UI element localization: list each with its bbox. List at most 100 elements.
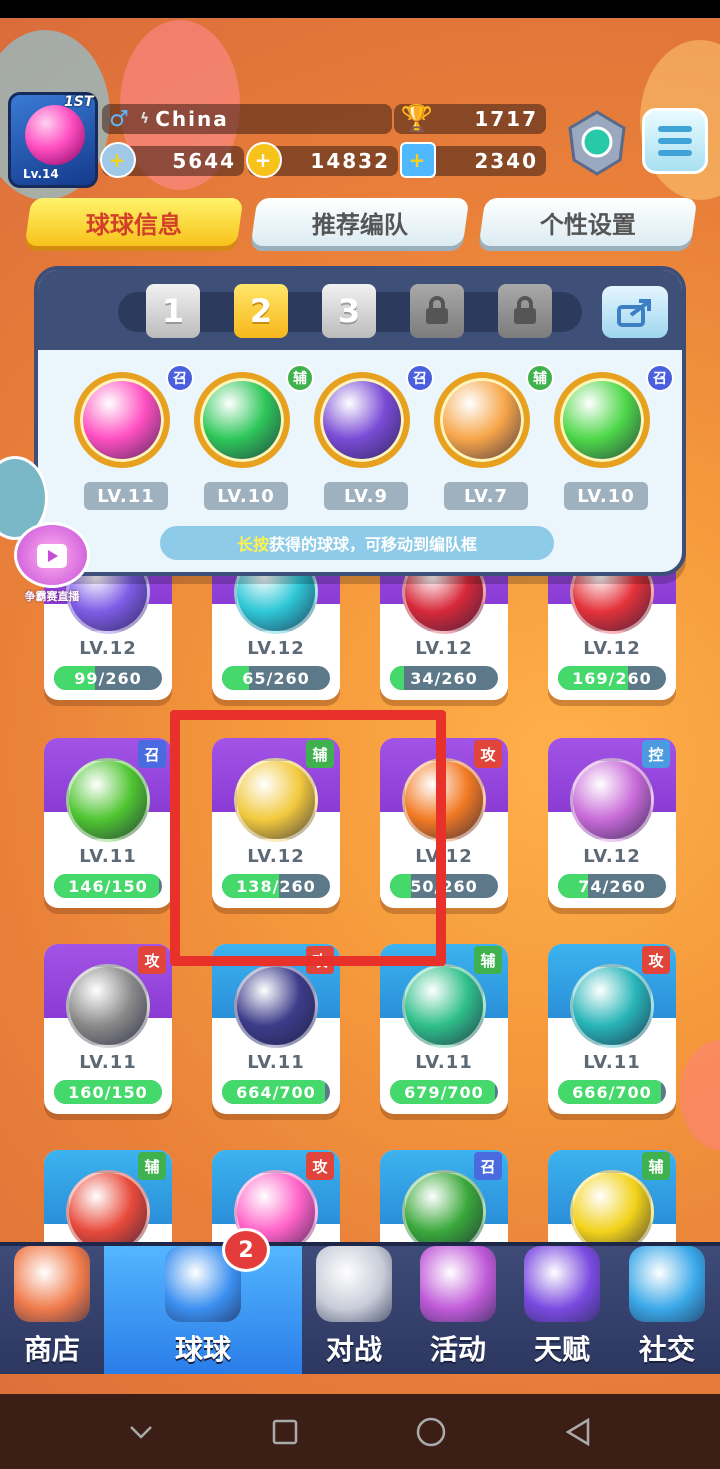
- ball-level: LV.11: [583, 1052, 641, 1073]
- nav-item[interactable]: 活动: [406, 1246, 510, 1374]
- ball-orb: [66, 758, 150, 842]
- chevron-down-icon[interactable]: [128, 1424, 154, 1440]
- team-hint: 长按 获得的球球，可移动到编队框: [160, 526, 554, 560]
- team-member-level: LV.10: [564, 482, 648, 510]
- team-member-ball[interactable]: [434, 372, 530, 468]
- gem-count: 2340: [474, 149, 538, 173]
- crossed-swords-icon: [316, 1246, 392, 1322]
- tab-personal-settings[interactable]: 个性设置: [478, 198, 698, 246]
- chat-heart-icon: [629, 1246, 705, 1322]
- live-stream-caption: 争霸赛直播: [24, 590, 80, 603]
- ball-level: LV.12: [583, 846, 641, 867]
- rank-emblem-icon[interactable]: [564, 108, 630, 178]
- ball-orb: [402, 964, 486, 1048]
- progress-text: 146/150: [68, 876, 148, 896]
- player-level: Lv.14: [23, 167, 59, 181]
- ball-level: LV.11: [79, 846, 137, 867]
- recents-square-icon[interactable]: [271, 1418, 299, 1446]
- role-badge: 召: [406, 364, 434, 392]
- shop-icon: [14, 1246, 90, 1322]
- ball-card[interactable]: 攻 LV.11 160/150: [44, 944, 172, 1114]
- coin-count: 14832: [310, 149, 390, 173]
- ball-card[interactable]: 召 LV.11 146/150: [44, 738, 172, 908]
- nav-item-label: 社交: [638, 1333, 695, 1366]
- nav-item[interactable]: 球球: [104, 1246, 302, 1374]
- gem-bar[interactable]: + 2340: [400, 142, 546, 178]
- system-nav-bar: [0, 1394, 720, 1469]
- live-stream-button[interactable]: 争霸赛直播: [10, 522, 94, 606]
- upgrade-progress-bar: 160/150: [54, 1080, 162, 1104]
- stamina-add-icon[interactable]: +: [100, 142, 136, 178]
- lightning-icon: ϟ: [140, 111, 152, 127]
- stamina-bar[interactable]: + 5644: [100, 142, 244, 178]
- trophy-icon: 🏆: [400, 104, 436, 134]
- team-panel: 1 2 3 召 LV.11 辅 LV.10 召 LV.9 辅 LV.7 召 LV.10 长按 获得的…: [34, 266, 686, 576]
- ball-level: LV.12: [247, 638, 305, 659]
- ball-card[interactable]: 辅 LV.11 679/700: [380, 944, 508, 1114]
- role-tag: 攻: [474, 740, 502, 768]
- home-circle-icon[interactable]: [415, 1416, 447, 1448]
- nav-item-label: 商店: [23, 1333, 80, 1366]
- team-slot-1[interactable]: 1: [146, 284, 200, 338]
- ball-level: LV.11: [247, 1052, 305, 1073]
- gem-add-icon[interactable]: +: [400, 142, 436, 178]
- player-name: China: [155, 107, 229, 131]
- ball-level: LV.12: [583, 638, 641, 659]
- male-icon: ♂: [109, 106, 131, 132]
- hint-text: 获得的球球，可移动到编队框: [269, 535, 478, 554]
- back-triangle-icon[interactable]: [564, 1417, 592, 1447]
- progress-text: 169/260: [572, 668, 652, 688]
- upgrade-progress-bar: 34/260: [390, 666, 498, 690]
- team-member-ball[interactable]: [74, 372, 170, 468]
- upgrade-progress-bar: 664/700: [222, 1080, 330, 1104]
- coin-bar[interactable]: + 14832: [246, 142, 398, 178]
- tab-recommended-team[interactable]: 推荐编队: [250, 198, 470, 246]
- coin-add-icon[interactable]: +: [246, 142, 282, 178]
- trophy-count: 1717: [474, 107, 538, 131]
- game-screen: Lv.14 1ST ♂ ϟ China 🏆 1717 + 5644 + 1483…: [0, 0, 720, 1469]
- nav-item[interactable]: 商店: [0, 1246, 104, 1374]
- team-member-ball[interactable]: [554, 372, 650, 468]
- share-button[interactable]: [602, 286, 668, 338]
- team-member-level: LV.11: [84, 482, 168, 510]
- ball-orb: [66, 964, 150, 1048]
- ball-card[interactable]: 攻 LV.11 664/700: [212, 944, 340, 1114]
- main-menu-button[interactable]: [642, 108, 708, 174]
- ball-card[interactable]: 攻 LV.11 666/700: [548, 944, 676, 1114]
- progress-text: 160/150: [68, 1082, 148, 1102]
- ball-level: LV.12: [79, 638, 137, 659]
- role-tag: 控: [642, 740, 670, 768]
- role-badge: 辅: [286, 364, 314, 392]
- upgrade-progress-bar: 169/260: [558, 666, 666, 690]
- ball-orb: [234, 964, 318, 1048]
- progress-text: 74/260: [578, 876, 646, 896]
- team-slot-5-locked[interactable]: [498, 284, 552, 338]
- nav-item[interactable]: 社交: [614, 1246, 720, 1374]
- ball-level: LV.11: [415, 1052, 473, 1073]
- nav-notification-badge: 2: [222, 1228, 270, 1272]
- progress-text: 679/700: [404, 1082, 484, 1102]
- nav-item-label: 球球: [174, 1333, 231, 1366]
- nav-item-label: 活动: [429, 1333, 486, 1366]
- nav-item[interactable]: 天赋: [510, 1246, 614, 1374]
- upgrade-progress-bar: 99/260: [54, 666, 162, 690]
- team-member-ball[interactable]: [314, 372, 410, 468]
- progress-text: 666/700: [572, 1082, 652, 1102]
- team-slot-4-locked[interactable]: [410, 284, 464, 338]
- tab-ball-info[interactable]: 球球信息: [24, 198, 244, 246]
- party-popper-icon: [420, 1246, 496, 1322]
- team-member-level: LV.7: [444, 482, 528, 510]
- team-member-ball[interactable]: [194, 372, 290, 468]
- team-slot-2[interactable]: 2: [234, 284, 288, 338]
- nav-item[interactable]: 对战: [302, 1246, 406, 1374]
- role-tag: 召: [474, 1152, 502, 1180]
- role-badge: 召: [166, 364, 194, 392]
- tv-icon: [14, 522, 90, 588]
- progress-text: 99/260: [74, 668, 142, 688]
- player-name-bar: ♂ ϟ China: [102, 104, 392, 134]
- bottom-nav: 商店 球球 对战 活动 天赋 社交: [0, 1242, 720, 1374]
- team-slot-3[interactable]: 3: [322, 284, 376, 338]
- ball-level: LV.12: [415, 638, 473, 659]
- ball-card[interactable]: 控 LV.12 74/260: [548, 738, 676, 908]
- progress-text: 65/260: [242, 668, 310, 688]
